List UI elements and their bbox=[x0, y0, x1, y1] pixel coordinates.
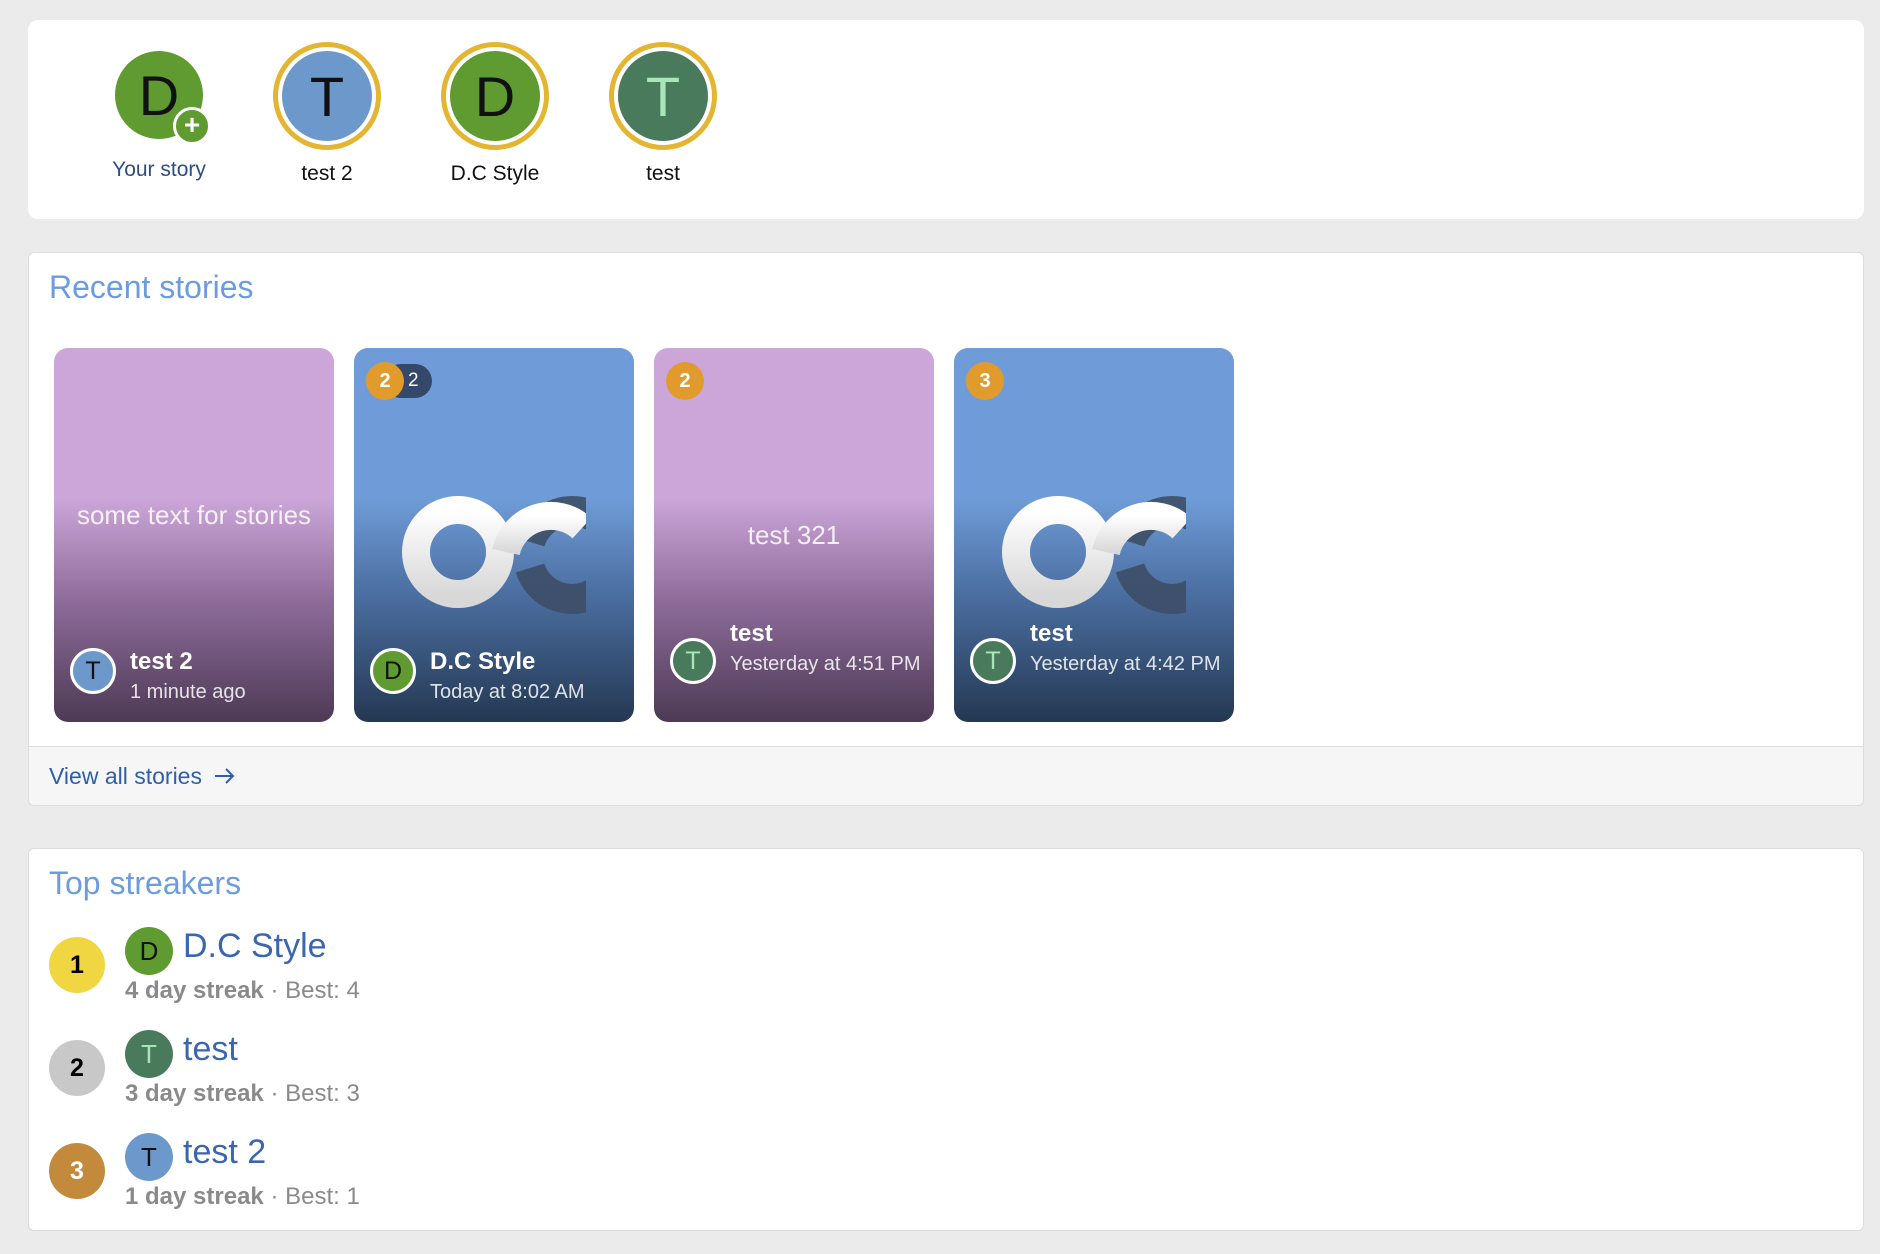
avatar: D bbox=[125, 927, 173, 975]
add-story-icon[interactable]: + bbox=[173, 107, 211, 145]
story-author: D.C Style bbox=[430, 648, 536, 675]
rank-badge: 3 bbox=[49, 1143, 105, 1199]
avatar: T bbox=[125, 1030, 173, 1078]
story-ring[interactable]: T bbox=[273, 42, 381, 150]
story-bubble-label: test bbox=[646, 162, 680, 185]
story-count-badge: 2 bbox=[366, 362, 404, 400]
story-card[interactable]: 3 T test Yesterday at 4:42 PM bbox=[954, 348, 1234, 722]
dc-logo-icon bbox=[1002, 462, 1186, 614]
story-author: test 2 bbox=[130, 648, 193, 675]
stories-bar: D + Your story T test 2 D D.C Style T te… bbox=[28, 20, 1864, 219]
streaker-name-link[interactable]: test bbox=[183, 1030, 238, 1069]
arrow-right-icon bbox=[215, 768, 235, 784]
your-story-avatar[interactable]: D + bbox=[110, 46, 211, 145]
avatar: T bbox=[670, 638, 716, 684]
story-time: Today at 8:02 AM bbox=[430, 681, 585, 703]
best-streak: Best: 4 bbox=[285, 977, 360, 1004]
separator: · bbox=[270, 1080, 279, 1107]
streak-meta: 4 day streak · Best: 4 bbox=[125, 977, 360, 1005]
avatar: T bbox=[282, 51, 372, 141]
recent-stories-title: Recent stories bbox=[49, 269, 254, 305]
story-time: Yesterday at 4:42 PM bbox=[1030, 653, 1221, 675]
streaker-name-link[interactable]: test 2 bbox=[183, 1133, 266, 1172]
streak-count: 4 day streak bbox=[125, 977, 264, 1004]
story-ring[interactable]: D bbox=[441, 42, 549, 150]
story-time: 1 minute ago bbox=[130, 681, 246, 703]
top-streakers-panel: Top streakers 1 D D.C Style 4 day streak… bbox=[28, 848, 1864, 1231]
story-text: some text for stories bbox=[76, 500, 312, 530]
best-streak: Best: 3 bbox=[285, 1080, 360, 1107]
story-card[interactable]: some text for stories T test 2 1 minute … bbox=[54, 348, 334, 722]
story-author: test bbox=[1030, 620, 1073, 647]
separator: · bbox=[270, 977, 279, 1004]
streak-count: 3 day streak bbox=[125, 1080, 264, 1107]
rank-badge: 2 bbox=[49, 1040, 105, 1096]
story-author: test bbox=[730, 620, 773, 647]
story-card[interactable]: 2 test 321 T test Yesterday at 4:51 PM bbox=[654, 348, 934, 722]
avatar: T bbox=[70, 648, 116, 694]
best-streak: Best: 1 bbox=[285, 1183, 360, 1210]
story-bubble-label: D.C Style bbox=[450, 162, 540, 185]
streaker-row: 3 T test 2 1 day streak · Best: 1 bbox=[49, 1133, 649, 1225]
avatar: T bbox=[125, 1133, 173, 1181]
story-bubble-test[interactable]: T test bbox=[598, 42, 728, 186]
recent-stories-footer: View all stories bbox=[29, 746, 1863, 805]
avatar: T bbox=[618, 51, 708, 141]
streaker-row: 2 T test 3 day streak · Best: 3 bbox=[49, 1030, 649, 1122]
streak-count: 1 day streak bbox=[125, 1183, 264, 1210]
story-ring[interactable]: T bbox=[609, 42, 717, 150]
rank-badge: 1 bbox=[49, 937, 105, 993]
avatar: T bbox=[970, 638, 1016, 684]
streaker-row: 1 D D.C Style 4 day streak · Best: 4 bbox=[49, 927, 649, 1019]
story-bubble-test-2[interactable]: T test 2 bbox=[262, 42, 392, 186]
story-text: test 321 bbox=[747, 520, 841, 550]
top-streakers-title: Top streakers bbox=[49, 865, 242, 901]
story-time: Yesterday at 4:51 PM bbox=[730, 653, 921, 675]
streak-meta: 1 day streak · Best: 1 bbox=[125, 1183, 360, 1211]
your-story-bubble[interactable]: D + Your story bbox=[94, 42, 224, 182]
avatar: D bbox=[370, 648, 416, 694]
story-count-badge: 2 bbox=[666, 362, 704, 400]
dc-logo-icon bbox=[402, 462, 586, 614]
story-count-badge: 3 bbox=[966, 362, 1004, 400]
your-story-label[interactable]: Your story bbox=[94, 158, 224, 182]
recent-stories-panel: Recent stories some text for stories T t… bbox=[28, 252, 1864, 806]
separator: · bbox=[270, 1183, 279, 1210]
streak-meta: 3 day streak · Best: 3 bbox=[125, 1080, 360, 1108]
avatar: D bbox=[450, 51, 540, 141]
story-card[interactable]: 2 2 D D.C Style Today at 8:02 AM bbox=[354, 348, 634, 722]
streaker-name-link[interactable]: D.C Style bbox=[183, 927, 327, 966]
view-all-stories-link[interactable]: View all stories bbox=[49, 763, 236, 790]
story-bubble-dc-style[interactable]: D D.C Style bbox=[430, 42, 560, 186]
view-all-label: View all stories bbox=[49, 763, 202, 789]
story-bubble-label: test 2 bbox=[301, 162, 353, 185]
